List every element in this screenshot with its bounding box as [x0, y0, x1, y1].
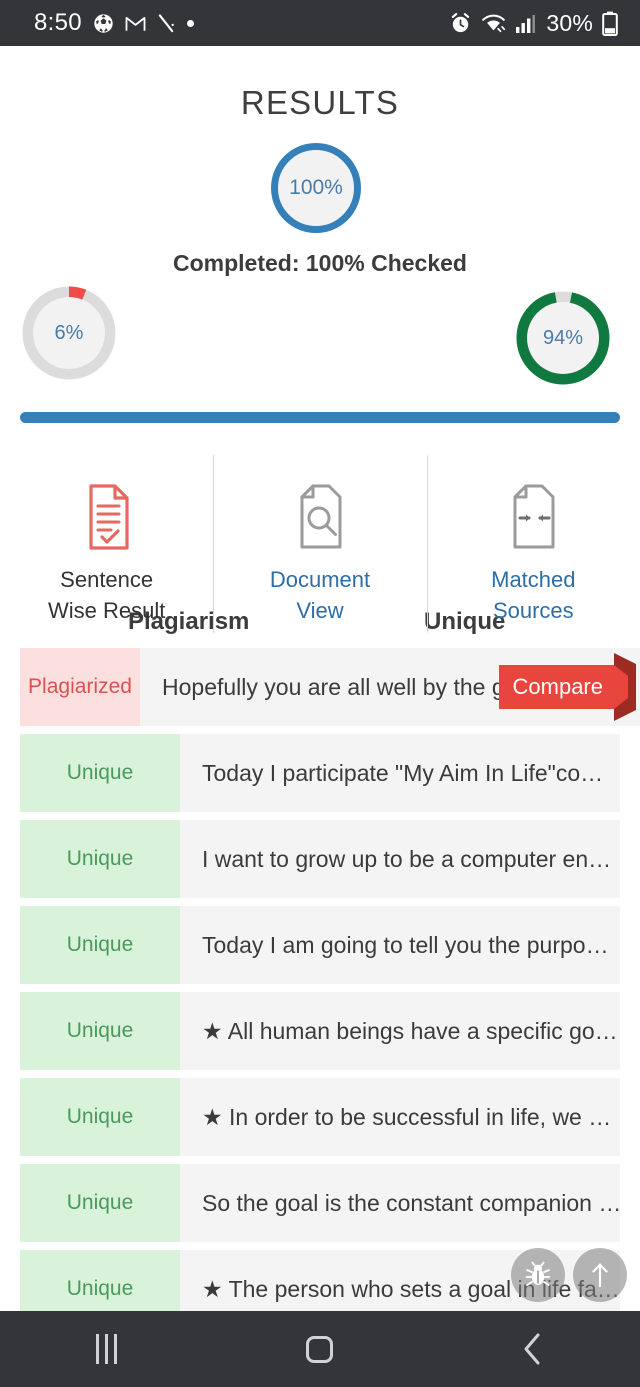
plagiarism-value: 6% [54, 321, 84, 344]
tab-sentence-wise-result[interactable]: Sentence Wise Result [0, 452, 213, 638]
tab-label-line2: View [296, 598, 344, 623]
status-badge: Plagiarized [20, 648, 140, 726]
status-badge: Unique [20, 906, 180, 984]
tab-label-line1: Sentence [60, 567, 154, 592]
battery-icon [602, 11, 618, 36]
document-arrows-icon [503, 480, 563, 554]
slash-icon [158, 13, 174, 32]
status-badge: Unique [20, 992, 180, 1070]
plagiarism-donut-fill: 6% [33, 297, 105, 369]
gmail-icon [125, 16, 146, 31]
soccer-ball-icon [94, 13, 113, 33]
dot-icon [186, 19, 194, 27]
unique-donut: 94% [516, 291, 610, 385]
unique-value: 94% [542, 326, 584, 349]
back-icon [524, 1333, 540, 1365]
table-row[interactable]: Unique So the goal is the constant compa… [0, 1164, 640, 1242]
signal-icon [516, 14, 536, 33]
status-bar-clock: 8:50 [34, 9, 82, 36]
tab-matched-sources[interactable]: Matched Sources [426, 452, 640, 638]
sentence-results-list: Plagiarized Hopefully you are all well b… [0, 648, 640, 1336]
row-right-pad [620, 992, 640, 1070]
row-right-pad [620, 1078, 640, 1156]
tab-document-view[interactable]: Document View [213, 452, 426, 638]
tab-matched-sources-label: Matched Sources [491, 564, 575, 626]
status-badge: Unique [20, 1078, 180, 1156]
status-badge: Unique [20, 1164, 180, 1242]
row-right-pad [620, 734, 640, 812]
nav-home-button[interactable] [213, 1311, 426, 1387]
bug-report-fab[interactable] [511, 1248, 565, 1302]
table-row[interactable]: Unique ★ All human beings have a specifi… [0, 992, 640, 1070]
status-badge: Unique [20, 734, 180, 812]
table-row[interactable]: Plagiarized Hopefully you are all well b… [0, 648, 640, 726]
row-right-pad [620, 820, 640, 898]
document-search-icon [290, 480, 350, 554]
status-badge: Unique [20, 820, 180, 898]
sentence-text: ★ All human beings have a specific go… [180, 992, 620, 1070]
view-tabs: Sentence Wise Result Document View Match… [0, 452, 640, 638]
status-bar: 8:50 30% [0, 0, 640, 46]
sentence-text: So the goal is the constant companion … [180, 1164, 620, 1242]
row-right-pad [620, 1164, 640, 1242]
tab-document-view-label: Document View [270, 564, 370, 626]
battery-percent-label: 30% [546, 9, 593, 36]
overall-progress-circle: 100% [271, 143, 361, 233]
app-root: 8:50 30% RESULTS 100% Completed: 100% Ch… [0, 0, 640, 1387]
unique-donut-fill: 94% [527, 302, 599, 374]
overall-progress-value: 100% [289, 176, 343, 199]
compare-ribbon-tail-icon [614, 653, 636, 721]
nav-recents-button[interactable] [0, 1311, 213, 1387]
row-right-pad [620, 906, 640, 984]
plagiarism-donut: 6% [22, 286, 116, 380]
home-icon [306, 1335, 334, 1363]
scroll-to-top-fab[interactable] [573, 1248, 627, 1302]
document-check-icon [77, 480, 137, 554]
table-row[interactable]: Unique Today I am going to tell you the … [0, 906, 640, 984]
recents-icon [96, 1334, 118, 1364]
arrow-up-icon [592, 1263, 608, 1288]
progress-divider-bar [20, 412, 620, 423]
wifi-icon [482, 14, 506, 32]
status-bar-left: 8:50 [34, 9, 449, 37]
sentence-text: ★ In order to be successful in life, we … [180, 1078, 620, 1156]
tab-label-line2: Wise Result [47, 598, 166, 623]
tab-label-line1: Document [269, 567, 371, 592]
sentence-text: I want to grow up to be a computer en… [180, 820, 620, 898]
sentence-text: Today I am going to tell you the purpo… [180, 906, 620, 984]
completed-status-text: Completed: 100% Checked [173, 250, 467, 276]
status-bar-right: 30% [449, 10, 618, 37]
compare-button-label: Compare [498, 665, 615, 709]
android-nav-bar [0, 1311, 640, 1387]
table-row[interactable]: Unique I want to grow up to be a compute… [0, 820, 640, 898]
tab-sentence-wise-result-label: Sentence Wise Result [48, 564, 165, 626]
table-row[interactable]: Unique ★ In order to be successful in li… [0, 1078, 640, 1156]
nav-back-button[interactable] [427, 1311, 640, 1387]
table-row[interactable]: Unique Today I participate "My Aim In Li… [0, 734, 640, 812]
alarm-icon [452, 12, 470, 32]
tab-label-line1: Matched [491, 567, 576, 592]
meters-row: 6% Plagiarism Unique 94% [0, 286, 640, 635]
sentence-text: Today I participate "My Aim In Life"co… [180, 734, 620, 812]
page-title: RESULTS [240, 84, 400, 121]
compare-button[interactable]: Compare [498, 653, 640, 721]
tab-label-line2: Sources [492, 598, 574, 623]
bug-icon [525, 1261, 551, 1286]
